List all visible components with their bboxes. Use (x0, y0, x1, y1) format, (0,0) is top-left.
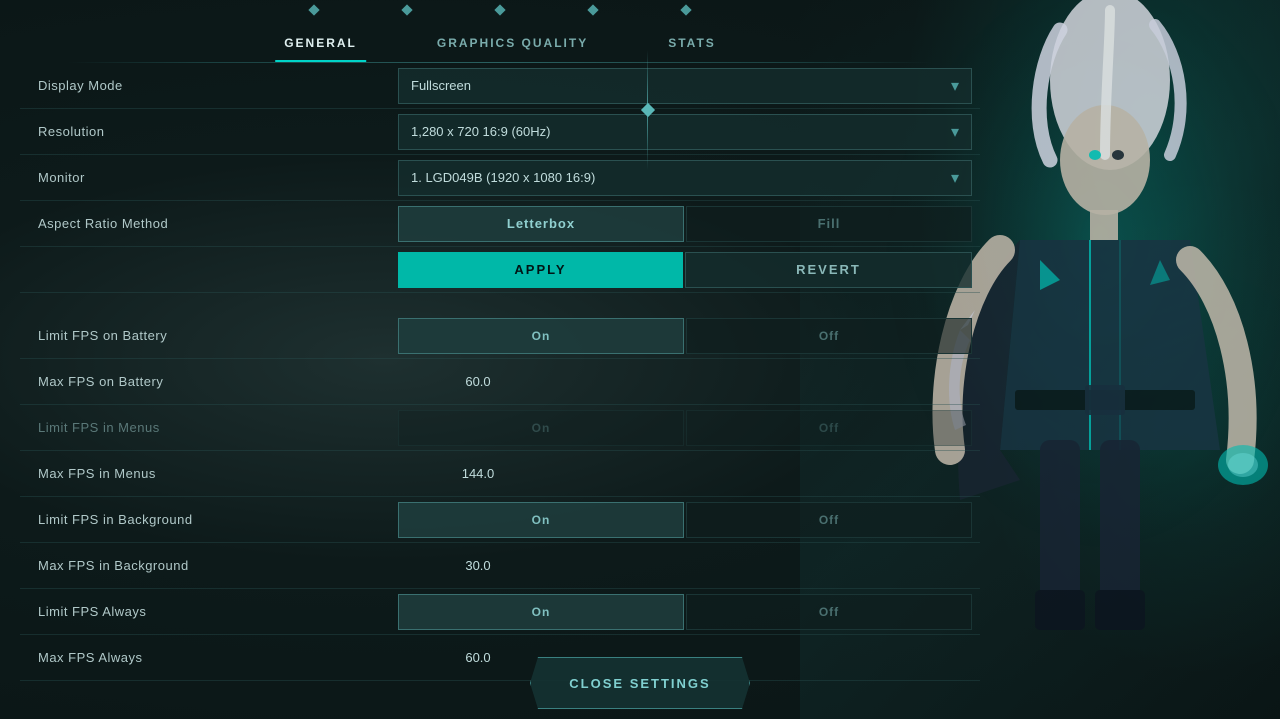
max-fps-background-controls: 30.0 (398, 548, 972, 584)
diamond-4 (587, 4, 598, 15)
tab-graphics-quality[interactable]: GRAPHICS QUALITY (397, 28, 628, 62)
diamond-1 (308, 4, 319, 15)
monitor-label: Monitor (28, 170, 398, 185)
settings-nav: GENERAL GRAPHICS QUALITY STATS (0, 18, 1000, 62)
limit-fps-battery-row: Limit FPS on Battery On Off (20, 313, 980, 359)
settings-panel: GENERAL GRAPHICS QUALITY STATS Display M… (0, 0, 1000, 719)
top-decorations (0, 0, 1000, 18)
diamond-5 (680, 4, 691, 15)
monitor-row: Monitor 1. LGD049B (1920 x 1080 16:9) ▾ (20, 155, 980, 201)
resolution-value: 1,280 x 720 16:9 (60Hz) (411, 124, 550, 139)
limit-fps-menus-off[interactable]: Off (686, 410, 972, 446)
aspect-ratio-controls: Letterbox Fill (398, 206, 972, 242)
aspect-fill-button[interactable]: Fill (686, 206, 972, 242)
max-fps-battery-label: Max FPS on Battery (28, 374, 398, 389)
limit-fps-battery-label: Limit FPS on Battery (28, 328, 398, 343)
spacer-row (20, 293, 980, 313)
limit-fps-background-controls: On Off (398, 502, 972, 538)
diamond-2 (401, 4, 412, 15)
limit-fps-background-on[interactable]: On (398, 502, 684, 538)
display-mode-label: Display Mode (28, 78, 398, 93)
limit-fps-battery-off[interactable]: Off (686, 318, 972, 354)
limit-fps-menus-controls: On Off (398, 410, 972, 446)
aspect-ratio-label: Aspect Ratio Method (28, 216, 398, 231)
limit-fps-always-row: Limit FPS Always On Off (20, 589, 980, 635)
max-fps-menus-label: Max FPS in Menus (28, 466, 398, 481)
display-mode-dropdown[interactable]: Fullscreen ▾ (398, 68, 972, 104)
max-fps-battery-row: Max FPS on Battery 60.0 (20, 359, 980, 405)
display-mode-value: Fullscreen (411, 78, 471, 93)
apply-button[interactable]: APPLY (398, 252, 683, 288)
limit-fps-battery-on[interactable]: On (398, 318, 684, 354)
limit-fps-background-off[interactable]: Off (686, 502, 972, 538)
limit-fps-always-off[interactable]: Off (686, 594, 972, 630)
monitor-dropdown[interactable]: 1. LGD049B (1920 x 1080 16:9) ▾ (398, 160, 972, 196)
limit-fps-always-label: Limit FPS Always (28, 604, 398, 619)
resolution-row: Resolution 1,280 x 720 16:9 (60Hz) ▾ (20, 109, 980, 155)
max-fps-menus-controls: 144.0 (398, 456, 972, 492)
limit-fps-menus-row: Limit FPS in Menus On Off (20, 405, 980, 451)
max-fps-battery-value: 60.0 (398, 364, 558, 400)
limit-fps-battery-controls: On Off (398, 318, 972, 354)
close-settings-container: CLOSE SETTINGS (0, 657, 1280, 719)
monitor-value: 1. LGD049B (1920 x 1080 16:9) (411, 170, 595, 185)
apply-revert-controls: APPLY REVERT (398, 252, 972, 288)
tab-general[interactable]: GENERAL (244, 28, 397, 62)
limit-fps-always-on[interactable]: On (398, 594, 684, 630)
resolution-dropdown[interactable]: 1,280 x 720 16:9 (60Hz) ▾ (398, 114, 972, 150)
close-settings-button[interactable]: CLOSE SETTINGS (530, 657, 750, 709)
limit-fps-menus-label: Limit FPS in Menus (28, 420, 398, 435)
apply-revert-row: APPLY REVERT (20, 247, 980, 293)
revert-button[interactable]: REVERT (685, 252, 972, 288)
diamond-3 (494, 4, 505, 15)
monitor-controls: 1. LGD049B (1920 x 1080 16:9) ▾ (398, 160, 972, 196)
resolution-arrow: ▾ (951, 122, 959, 142)
max-fps-background-label: Max FPS in Background (28, 558, 398, 573)
aspect-ratio-row: Aspect Ratio Method Letterbox Fill (20, 201, 980, 247)
limit-fps-background-row: Limit FPS in Background On Off (20, 497, 980, 543)
max-fps-menus-row: Max FPS in Menus 144.0 (20, 451, 980, 497)
aspect-letterbox-button[interactable]: Letterbox (398, 206, 684, 242)
resolution-controls: 1,280 x 720 16:9 (60Hz) ▾ (398, 114, 972, 150)
max-fps-battery-controls: 60.0 (398, 364, 972, 400)
max-fps-menus-value: 144.0 (398, 456, 558, 492)
resolution-label: Resolution (28, 124, 398, 139)
max-fps-background-row: Max FPS in Background 30.0 (20, 543, 980, 589)
display-mode-row: Display Mode Fullscreen ▾ (20, 63, 980, 109)
max-fps-background-value: 30.0 (398, 548, 558, 584)
display-mode-controls: Fullscreen ▾ (398, 68, 972, 104)
limit-fps-menus-on[interactable]: On (398, 410, 684, 446)
limit-fps-always-controls: On Off (398, 594, 972, 630)
monitor-arrow: ▾ (951, 168, 959, 188)
limit-fps-background-label: Limit FPS in Background (28, 512, 398, 527)
settings-content: Display Mode Fullscreen ▾ Resolution 1,2… (0, 63, 1000, 681)
display-mode-arrow: ▾ (951, 76, 959, 96)
